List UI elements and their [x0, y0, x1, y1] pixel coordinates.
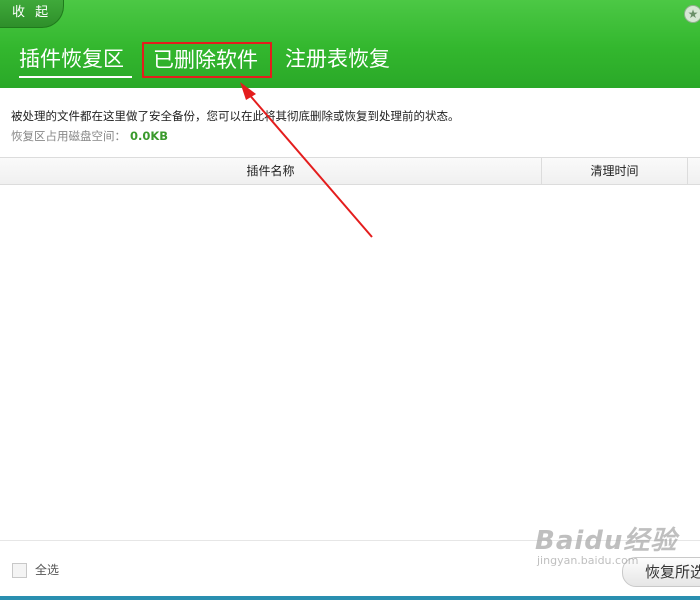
star-icon[interactable]: ★: [684, 5, 700, 23]
column-plugin-name[interactable]: 插件名称: [0, 158, 542, 184]
collapse-button[interactable]: 收 起: [0, 0, 64, 28]
table-header: 插件名称 清理时间: [0, 157, 700, 185]
select-all-checkbox[interactable]: 全选: [12, 561, 59, 579]
header-bar: 收 起 ★ 插件恢复区 已删除软件 注册表恢复: [0, 0, 700, 88]
disk-usage-label: 恢复区占用磁盘空间：: [11, 129, 126, 143]
tab-registry-restore[interactable]: 注册表恢复: [285, 42, 400, 78]
disk-usage: 恢复区占用磁盘空间： 0.0KB: [11, 128, 168, 144]
disk-usage-value: 0.0KB: [130, 129, 169, 143]
watermark-url: jingyan.baidu.com: [537, 554, 639, 567]
column-clean-time[interactable]: 清理时间: [542, 158, 688, 184]
tab-plugin-restore[interactable]: 插件恢复区: [19, 42, 132, 78]
tab-deleted-software[interactable]: 已删除软件: [142, 42, 272, 78]
table-body: [0, 185, 700, 540]
bottom-accent-bar: [0, 596, 700, 600]
watermark-logo: Baidu经验: [535, 526, 678, 556]
info-description: 被处理的文件都在这里做了安全备份，您可以在此将其彻底删除或恢复到处理前的状态。: [11, 109, 460, 123]
select-all-label: 全选: [35, 563, 60, 577]
baidu-watermark: Baidu经验 jingyan.baidu.com: [535, 520, 678, 567]
checkbox-icon[interactable]: [12, 563, 27, 578]
